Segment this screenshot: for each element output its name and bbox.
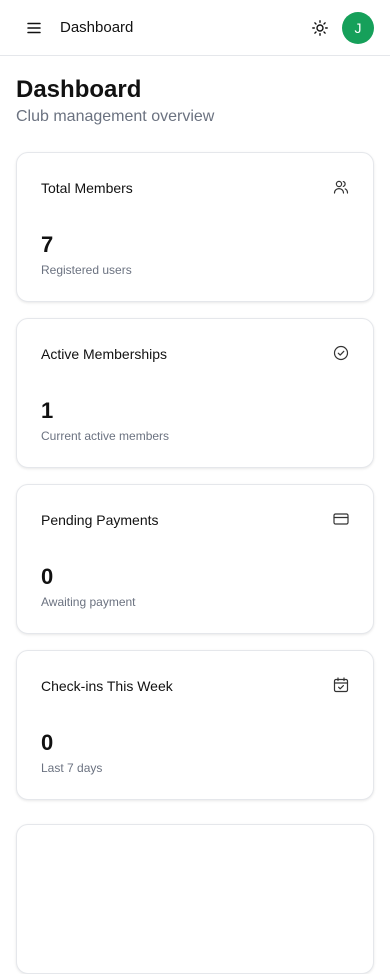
page-title: Dashboard bbox=[16, 76, 142, 103]
stat-card-value: 0 bbox=[41, 730, 54, 755]
menu-button[interactable] bbox=[22, 18, 46, 38]
stat-card-value: 7 bbox=[41, 232, 54, 257]
stat-card-description: Awaiting payment bbox=[41, 595, 136, 609]
stat-card-description: Registered users bbox=[41, 263, 132, 277]
stat-card-title: Active Memberships bbox=[41, 346, 168, 362]
credit-card-icon bbox=[333, 511, 349, 527]
header-title: Dashboard bbox=[60, 19, 134, 36]
stat-card-total-members: Total Members 7 Registered users bbox=[16, 152, 374, 302]
stat-card-checkins-week: Check-ins This Week 0 Last 7 days bbox=[16, 650, 374, 800]
stat-card-title: Check-ins This Week bbox=[41, 678, 173, 694]
stat-card-partial bbox=[16, 824, 374, 974]
check-circle-icon bbox=[333, 345, 349, 361]
stat-card-title: Pending Payments bbox=[41, 512, 159, 528]
sun-icon bbox=[312, 20, 328, 36]
stat-card-value: 0 bbox=[41, 564, 54, 589]
page-subtitle: Club management overview bbox=[16, 108, 215, 125]
stat-card-value: 1 bbox=[41, 398, 54, 423]
users-icon bbox=[333, 179, 349, 195]
stat-card-description: Current active members bbox=[41, 429, 170, 443]
user-avatar[interactable]: J bbox=[342, 12, 374, 44]
stat-card-title: Total Members bbox=[41, 180, 133, 196]
stat-card-active-memberships: Active Memberships 1 Current active memb… bbox=[16, 318, 374, 468]
calendar-check-icon bbox=[333, 677, 349, 693]
top-bar: Dashboard J bbox=[0, 0, 390, 56]
stat-card-pending-payments: Pending Payments 0 Awaiting payment bbox=[16, 484, 374, 634]
theme-toggle-button[interactable] bbox=[308, 16, 332, 40]
menu-icon bbox=[27, 22, 41, 34]
stat-card-description: Last 7 days bbox=[41, 761, 103, 775]
